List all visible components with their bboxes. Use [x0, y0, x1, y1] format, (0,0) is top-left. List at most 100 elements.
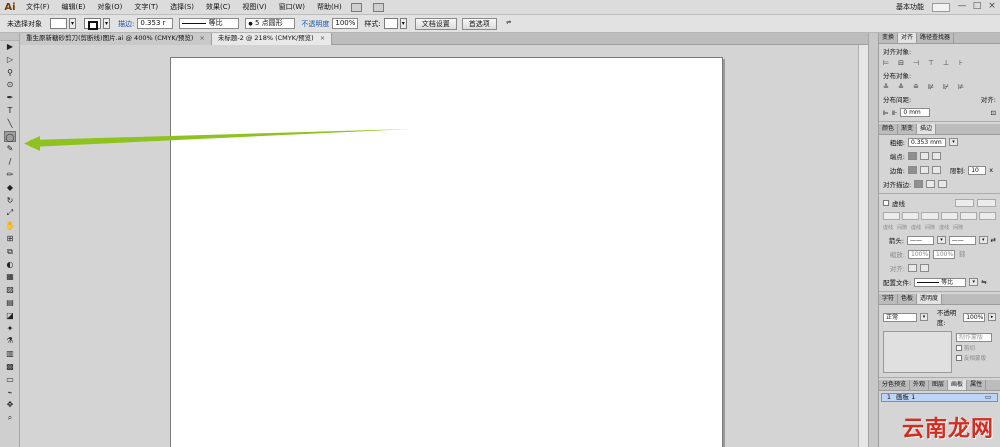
- start-arrow-dropdown-icon[interactable]: ▾: [937, 236, 946, 244]
- round-join-icon[interactable]: [920, 166, 929, 174]
- clip-option[interactable]: 剪切: [956, 344, 992, 352]
- tab-align[interactable]: 对齐: [898, 33, 918, 43]
- align-outside-stroke-icon[interactable]: [938, 180, 948, 188]
- flip-profile-icon[interactable]: ⇋: [981, 278, 986, 286]
- tab-attributes[interactable]: 属性: [967, 380, 987, 390]
- tab-artboards[interactable]: 画板: [948, 380, 968, 390]
- align-hcenter-icon[interactable]: ⊟: [898, 59, 904, 67]
- miter-join-icon[interactable]: [908, 166, 917, 174]
- tab-gradient[interactable]: 渐变: [898, 124, 918, 134]
- artboard-options-icon[interactable]: ▭: [985, 394, 997, 401]
- invert-option[interactable]: 反相蒙版: [956, 354, 992, 362]
- distribute-left-icon[interactable]: ⊯: [928, 83, 934, 91]
- dash-align-icon[interactable]: [977, 199, 996, 207]
- limit-input[interactable]: 10: [968, 165, 987, 175]
- round-cap-icon[interactable]: [920, 152, 929, 160]
- cap-row: 端点:: [879, 149, 1000, 163]
- dash-field-2[interactable]: [921, 212, 939, 220]
- align-left-icon[interactable]: ⊨: [883, 59, 889, 67]
- projecting-cap-icon[interactable]: [932, 152, 941, 160]
- tab-transform[interactable]: 变换: [879, 33, 899, 43]
- align-inside-stroke-icon[interactable]: [926, 180, 936, 188]
- arrow-scale-row: 缩放: 100% 100% ⛓: [879, 247, 1000, 261]
- distribute-hspace-icon[interactable]: ⊪: [892, 109, 898, 117]
- gap-label-1: 间隙: [897, 225, 908, 231]
- distribute-objects-label: 分布对象:: [883, 72, 912, 80]
- align-objects-label: 对齐对象:: [883, 48, 912, 56]
- align-right-icon[interactable]: ⊣: [913, 59, 919, 67]
- align-bottom-icon[interactable]: ⊦: [958, 59, 964, 67]
- profile-value: 等比: [941, 278, 954, 286]
- align-vcenter-icon[interactable]: ⊥: [943, 59, 949, 67]
- align-to-selection-icon[interactable]: ⊡: [991, 109, 996, 117]
- artboard-list-item[interactable]: 1 画板 1 ▭: [881, 393, 998, 402]
- invert-label: 反相蒙版: [964, 356, 987, 362]
- swap-arrowheads-icon[interactable]: ⇄: [991, 236, 996, 244]
- profile-select[interactable]: 等比: [914, 277, 967, 287]
- invert-checkbox[interactable]: [956, 355, 962, 361]
- distribute-hcenter-icon[interactable]: ⊮: [943, 83, 949, 91]
- profile-row: 配置文件: 等比 ▾ ⇋: [879, 275, 1000, 289]
- dock-collapse-strip[interactable]: [868, 33, 878, 447]
- arrow-shaft: [30, 129, 410, 147]
- link-scale-icon[interactable]: ⛓: [958, 250, 966, 258]
- weight-dropdown-icon[interactable]: ▾: [949, 138, 958, 146]
- tab-separations[interactable]: 分色预览: [879, 380, 911, 390]
- start-arrowhead-select[interactable]: ——: [907, 235, 935, 245]
- blend-mode-select[interactable]: 正常: [883, 312, 918, 322]
- end-scale-input[interactable]: 100%: [933, 249, 955, 259]
- align-top-icon[interactable]: ⊤: [928, 59, 934, 67]
- dash-field-3[interactable]: [959, 212, 977, 220]
- tab-character[interactable]: 字符: [879, 294, 899, 304]
- bevel-join-icon[interactable]: [932, 166, 941, 174]
- spacing-value-field[interactable]: 0 mm: [900, 108, 931, 117]
- artboard-name: 画板 1: [896, 393, 916, 401]
- dashed-checkbox[interactable]: [883, 200, 889, 206]
- distribute-vspace-icon[interactable]: ⊫: [883, 109, 889, 117]
- dash-preserve-icon[interactable]: [955, 199, 974, 207]
- distribute-vcenter-icon[interactable]: ≙: [898, 83, 904, 91]
- stroke-weight-input[interactable]: 0.353 mm: [908, 137, 946, 147]
- tab-stroke[interactable]: 描边: [917, 124, 937, 134]
- tab-pathfinder[interactable]: 路径查找器: [917, 33, 955, 43]
- dashed-row: 虚线: [879, 196, 1000, 210]
- start-scale-input[interactable]: 100%: [908, 249, 930, 259]
- dash-field-1[interactable]: [883, 212, 901, 220]
- align-center-stroke-icon[interactable]: [914, 180, 924, 188]
- tab-layers[interactable]: 图层: [929, 380, 949, 390]
- arrow-head-icon: [24, 136, 40, 151]
- mask-area: 制作蒙版 剪切 反相蒙版: [879, 329, 1000, 375]
- limit-unit: x: [989, 166, 994, 174]
- dashed-label: 虚线: [892, 200, 905, 208]
- clip-checkbox[interactable]: [956, 345, 962, 351]
- tab-transparency[interactable]: 透明度: [917, 294, 943, 304]
- arrow-align-row: 对齐:: [879, 261, 1000, 275]
- blend-dropdown-icon[interactable]: ▾: [920, 313, 928, 321]
- tab-swatches[interactable]: 色板: [898, 294, 918, 304]
- butt-cap-icon[interactable]: [908, 152, 917, 160]
- corner-row: 边角: 限制: 10 x: [879, 163, 1000, 177]
- make-mask-button[interactable]: 制作蒙版: [956, 333, 992, 342]
- dash-fields-row: [879, 210, 1000, 222]
- arrow-place-icon[interactable]: [920, 264, 929, 272]
- tab-appearance[interactable]: 外观: [910, 380, 930, 390]
- mask-options: 制作蒙版 剪切 反相蒙版: [956, 329, 992, 375]
- arrow-extend-icon[interactable]: [908, 264, 917, 272]
- spacing-controls: ⊫ ⊪ 0 mm ⊡: [879, 106, 1000, 119]
- opacity-dropdown-icon[interactable]: ▸: [988, 313, 996, 321]
- end-arrowhead-select[interactable]: ——: [948, 235, 976, 245]
- distribute-bottom-icon[interactable]: ≘: [913, 83, 919, 91]
- tab-color[interactable]: 颜色: [879, 124, 899, 134]
- weight-label: 粗细:: [889, 139, 905, 147]
- transparency-opacity-input[interactable]: 100%: [963, 312, 986, 322]
- distribute-right-icon[interactable]: ⊭: [958, 83, 964, 91]
- transparency-opacity-label: 不透明度:: [936, 309, 957, 327]
- transparency-panel-tabs: 字符 色板 透明度: [879, 294, 1000, 305]
- profile-dropdown-icon[interactable]: ▾: [969, 278, 979, 286]
- align-to-label: 对齐:: [980, 96, 996, 104]
- distribute-top-icon[interactable]: ≚: [883, 83, 889, 91]
- end-arrow-dropdown-icon[interactable]: ▾: [978, 236, 988, 244]
- gap-field-1[interactable]: [902, 212, 920, 220]
- gap-field-2[interactable]: [940, 212, 958, 220]
- gap-field-3[interactable]: [978, 212, 997, 220]
